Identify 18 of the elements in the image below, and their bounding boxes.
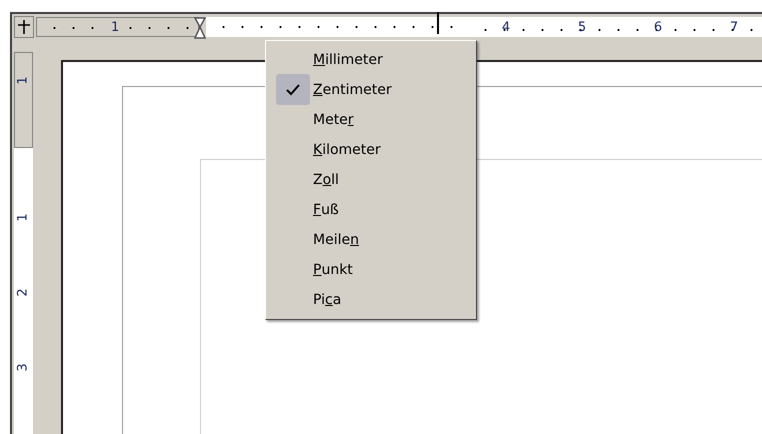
ruler-number: 5	[544, 20, 620, 34]
menu-item[interactable]: Fuß	[266, 195, 476, 225]
menu-item[interactable]: Zoll	[266, 165, 476, 195]
tab-type-button[interactable]	[14, 16, 34, 38]
menu-item[interactable]: Kilometer	[266, 135, 476, 165]
ruler-number: 3	[16, 363, 31, 372]
ruler-number: 2	[16, 288, 31, 297]
menu-item[interactable]: Punkt	[266, 255, 476, 285]
ruler-number: 1	[16, 213, 31, 222]
cursor-line	[437, 12, 439, 34]
menu-item[interactable]: Meter	[266, 105, 476, 135]
menu-item[interactable]: Zentimeter	[266, 75, 476, 105]
menu-item[interactable]: Meilen	[266, 225, 476, 255]
ruler-number: 6	[620, 20, 696, 34]
menu-item[interactable]: Millimeter	[266, 45, 476, 75]
ruler-number: 1	[16, 76, 31, 85]
menu-item[interactable]: Pica	[266, 285, 476, 315]
tab-stop-icon	[17, 20, 31, 34]
